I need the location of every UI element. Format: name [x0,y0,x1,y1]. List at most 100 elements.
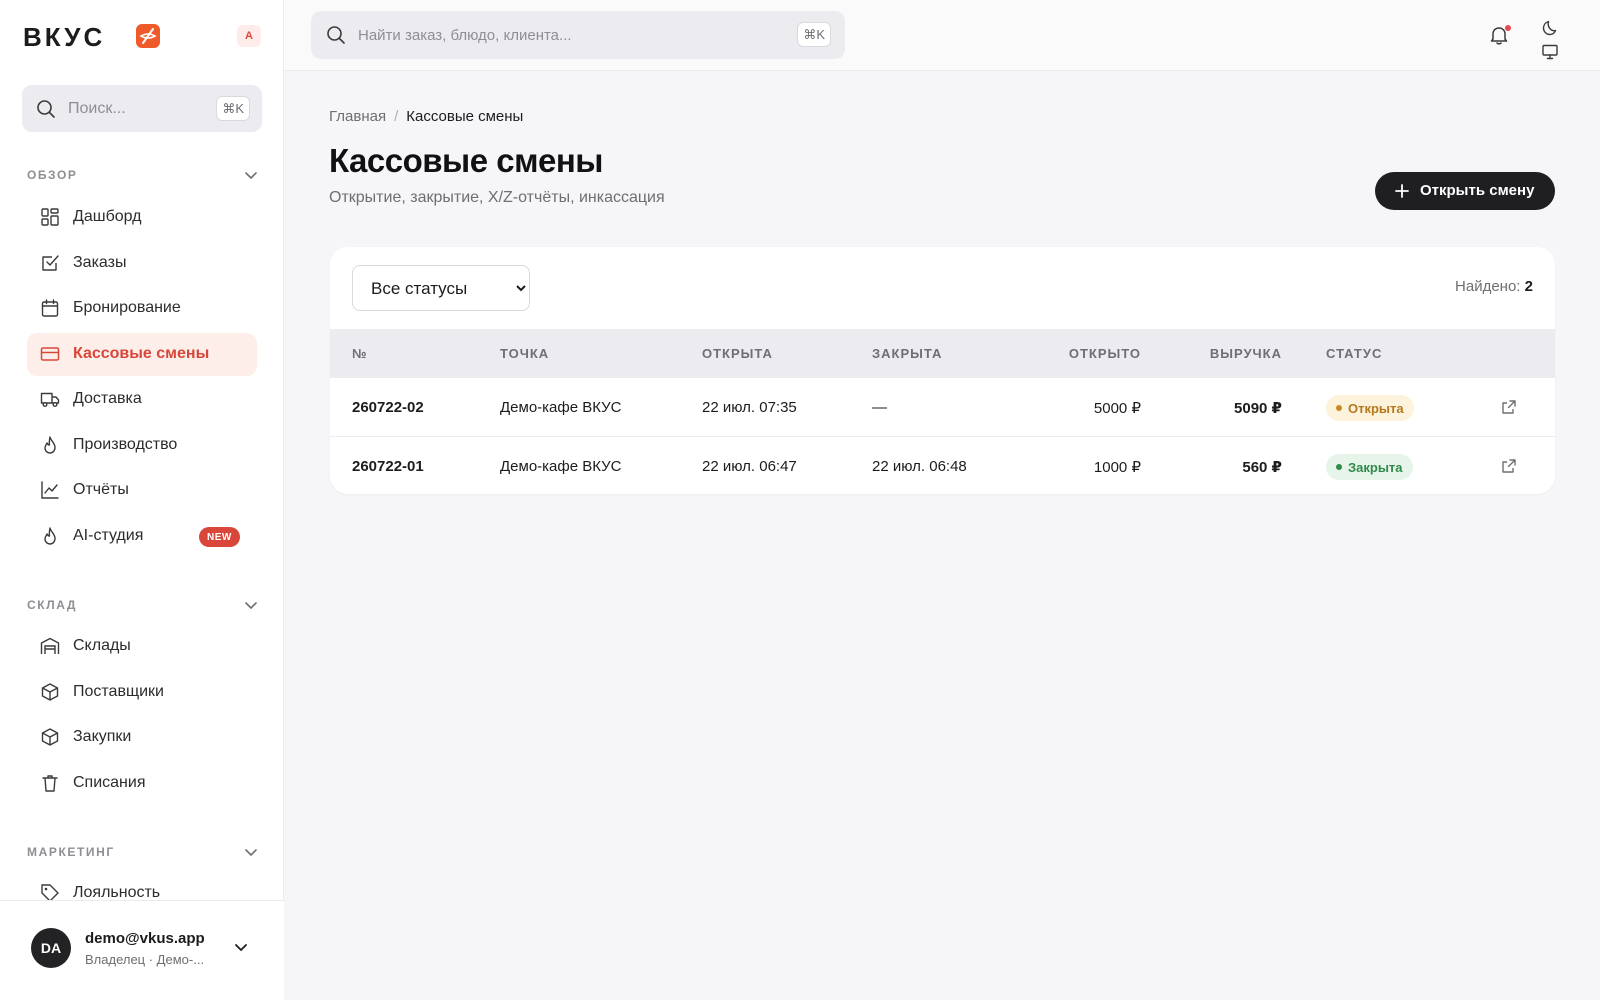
sidebar-item-ai-studio[interactable]: AI-студия NEW [27,515,257,558]
shift-closed-at: 22 июл. 06:48 [872,458,967,475]
results-count-value: 2 [1524,278,1533,295]
open-shift-button-label: Открыть смену [1420,182,1535,199]
brand-mark-icon [136,24,160,48]
sidebar-item-cash-shifts[interactable]: Кассовые смены [27,333,257,376]
column-header-number[interactable]: № [352,346,368,361]
moon-icon[interactable] [1541,19,1559,37]
flame-icon [44,436,56,454]
external-link-icon[interactable] [1501,458,1517,474]
orders-check-icon [42,255,59,271]
user-role: Владелец · Демо-... [85,952,205,967]
sidebar-item-label: Доставка [73,390,142,407]
sidebar-item-label: AI-студия [73,527,144,544]
box-icon [41,683,59,701]
global-search[interactable]: ⌘K [311,11,845,59]
breadcrumb-home-link[interactable]: Главная [329,108,386,125]
plus-icon [1395,184,1409,198]
status-text: Открыта [1348,400,1404,416]
sidebar-search-input[interactable] [68,85,208,132]
sidebar-item-warehouses[interactable]: Склады [27,625,257,668]
sidebar-item-purchases[interactable]: Закупки [27,716,257,759]
user-menu[interactable]: DA demo@vkus.app Владелец · Демо-... [0,900,284,1000]
chart-line-icon [41,481,59,499]
chevron-down-icon [245,172,257,179]
box-icon [41,728,59,746]
brand-name: ВКУС [23,22,106,52]
section-title: ОБЗОР [27,168,78,182]
notification-dot [1505,25,1511,31]
sidebar-item-booking[interactable]: Бронирование [27,287,257,330]
sidebar-item-label: Склады [73,637,131,654]
status-text: Закрыта [1348,459,1403,475]
section-title: СКЛАД [27,598,78,612]
chevron-down-icon [245,602,257,609]
page-title: Кассовые смены [329,142,603,179]
shift-location: Демо-кафе ВКУС [500,458,622,475]
table-header: № ТОЧКА ОТКРЫТА ЗАКРЫТА ОТКРЫТО ВЫРУЧКА … [330,329,1555,377]
breadcrumb: Главная / Кассовые смены [329,108,523,125]
sidebar-item-label: Отчёты [73,481,129,498]
workspace-badge[interactable]: A [237,25,261,47]
chevron-down-icon [245,849,257,856]
monitor-icon[interactable] [1541,43,1559,61]
column-header-location[interactable]: ТОЧКА [500,346,549,361]
shift-revenue: 5090 ₽ [1234,400,1282,417]
shift-opened-at: 22 июл. 07:35 [702,399,797,416]
section-title: МАРКЕТИНГ [27,845,115,859]
external-link-icon[interactable] [1501,399,1517,415]
breadcrumb-separator: / [394,108,399,125]
sidebar-item-label: Бронирование [73,299,181,316]
column-header-opened[interactable]: ОТКРЫТА [702,346,773,361]
shift-closed-at: — [872,399,887,416]
sidebar-item-label: Заказы [73,254,127,271]
search-icon [327,26,345,44]
table-row[interactable]: 260722-02 Демо-кафе ВКУС 22 июл. 07:35 —… [330,377,1555,436]
status-badge: Открыта [1326,395,1414,421]
status-badge: Закрыта [1326,454,1413,480]
shift-revenue: 560 ₽ [1242,459,1282,476]
status-filter-select[interactable]: Все статусы [352,265,530,311]
sidebar-item-dashboard[interactable]: Дашборд [27,196,257,239]
sidebar-item-label: Дашборд [73,208,142,225]
card-icon [40,347,60,361]
section-header-overview[interactable]: ОБЗОР [27,165,259,185]
page-subtitle: Открытие, закрытие, X/Z-отчёты, инкассац… [329,189,665,206]
truck-icon [40,392,60,407]
status-dot [1336,405,1342,411]
trash-icon [42,775,58,792]
column-header-opening-cash[interactable]: ОТКРЫТО [1069,346,1141,361]
sidebar-item-production[interactable]: Производство [27,424,257,467]
shift-number[interactable]: 260722-01 [352,458,424,475]
sidebar-item-label: Списания [73,774,146,791]
open-shift-button[interactable]: Открыть смену [1375,172,1555,210]
sidebar-item-label: Поставщики [73,683,164,700]
section-header-marketing[interactable]: МАРКЕТИНГ [27,842,259,862]
dashboard-icon [41,208,59,226]
sidebar-item-orders[interactable]: Заказы [27,242,257,285]
global-search-input[interactable] [358,11,778,59]
sidebar-item-delivery[interactable]: Доставка [27,378,257,421]
chevron-down-icon[interactable] [233,939,249,955]
sidebar-search[interactable]: ⌘K [22,85,262,132]
brand-logo[interactable]: ВКУС [23,20,263,52]
shifts-card: Все статусы Найдено: 2 № ТОЧКА ОТКРЫТА З… [330,247,1555,494]
shift-number[interactable]: 260722-02 [352,399,424,416]
sidebar-item-write-offs[interactable]: Списания [27,762,257,805]
shortcut-hint: ⌘K [216,96,250,121]
sidebar-item-suppliers[interactable]: Поставщики [27,671,257,714]
sidebar-item-label: Лояльность [73,884,161,900]
column-header-revenue[interactable]: ВЫРУЧКА [1210,346,1282,361]
warehouse-icon [40,637,60,654]
table-row[interactable]: 260722-01 Демо-кафе ВКУС 22 июл. 06:47 2… [330,436,1555,494]
column-header-status[interactable]: СТАТУС [1326,346,1382,361]
section-header-warehouse[interactable]: СКЛАД [27,595,259,615]
shift-opening-cash: 5000 ₽ [1093,400,1141,417]
calendar-icon [41,299,59,317]
shift-location: Демо-кафе ВКУС [500,399,622,416]
sidebar-item-loyalty[interactable]: Лояльность [27,872,257,900]
user-email: demo@vkus.app [85,930,205,947]
sidebar-item-reports[interactable]: Отчёты [27,469,257,512]
shift-opening-cash: 1000 ₽ [1093,459,1141,476]
shift-opened-at: 22 июл. 06:47 [702,458,797,475]
column-header-closed[interactable]: ЗАКРЫТА [872,346,942,361]
